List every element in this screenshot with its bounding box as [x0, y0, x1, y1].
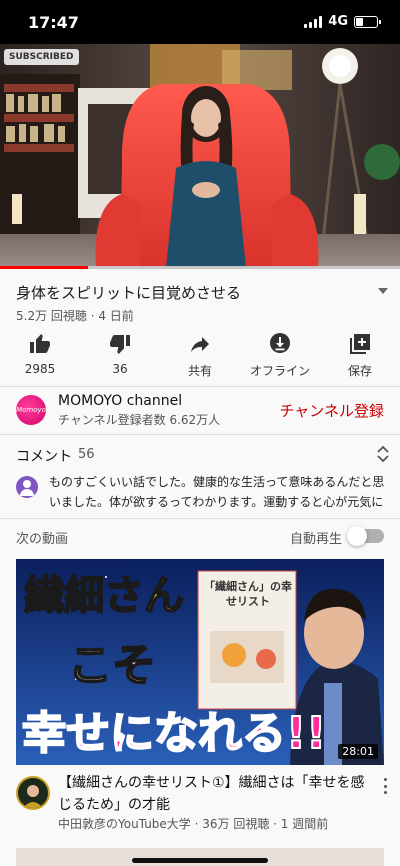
up-next-header: 次の動画 自動再生 — [0, 521, 400, 553]
dislike-count: 36 — [112, 362, 128, 376]
expand-description-icon[interactable] — [378, 288, 388, 294]
channel-subscriber-count: チャンネル登録者数 6.62万人 — [58, 413, 221, 427]
channel-row[interactable]: Momoyo MOMOYO channel チャンネル登録者数 6.62万人 チ… — [0, 387, 400, 433]
autoplay-label: 自動再生 — [289, 532, 342, 547]
share-button[interactable]: 共有 — [160, 330, 240, 386]
thumbnail-text-bottom: 幸せになれる!! — [21, 707, 327, 760]
comments-count: 56 — [78, 447, 95, 462]
like-button[interactable]: 2985 — [0, 330, 80, 386]
video-duration: 28:01 — [338, 744, 378, 759]
divider — [0, 434, 400, 435]
offline-label: オフライン — [249, 364, 310, 378]
like-count: 2985 — [24, 362, 56, 376]
offline-button[interactable]: オフライン — [240, 330, 320, 386]
toggle-knob — [347, 526, 367, 546]
commenter-avatar — [16, 476, 38, 498]
recommendation-meta: 中田敦彦のYouTube大学 · 36万 回視聴 · 1 週間前 — [58, 817, 329, 831]
more-options-icon[interactable] — [384, 778, 388, 794]
home-indicator[interactable] — [132, 858, 268, 863]
add-to-playlist-icon — [350, 334, 370, 354]
comments-label: コメント — [16, 449, 72, 465]
status-bar: 17:47 4G — [0, 0, 400, 44]
subscribe-button[interactable]: チャンネル登録 — [279, 400, 384, 421]
thumbs-down-icon — [110, 335, 130, 354]
video-meta: 5.2万 回視聴 · 4 日前 — [16, 309, 134, 323]
video-player[interactable]: SUBSCRIBED — [0, 44, 400, 268]
download-icon — [270, 333, 290, 353]
progress-played — [0, 266, 88, 269]
status-indicators: 4G — [304, 14, 381, 29]
comments-section[interactable]: コメント 56 ものすごくいい話でした。健康的な生活って意味あるんだと思いました… — [0, 436, 400, 516]
recommendation-channel-avatar[interactable] — [16, 776, 50, 810]
video-progress-bar[interactable] — [0, 266, 400, 269]
signal-icon — [304, 15, 323, 28]
save-button[interactable]: 保存 — [320, 330, 400, 386]
video-title[interactable]: 身体をスピリットに目覚めさせる — [16, 282, 241, 303]
status-time: 17:47 — [28, 13, 79, 32]
video-frame — [0, 44, 400, 268]
channel-name[interactable]: MOMOYO channel — [58, 393, 182, 409]
subscribed-badge: SUBSCRIBED — [4, 49, 79, 65]
recommendation-title[interactable]: 【繊細さんの幸せリスト①】繊細さは「幸せを感じるため」の才能 — [58, 772, 378, 816]
top-comment-text: ものすごくいい話でした。健康的な生活って意味あるんだと思いました。体が欲するって… — [49, 475, 385, 509]
next-recommendation-thumbnail[interactable] — [16, 848, 384, 866]
expand-collapse-icon[interactable] — [376, 444, 390, 464]
autoplay-toggle[interactable] — [347, 526, 384, 546]
up-next-label: 次の動画 — [16, 532, 69, 547]
book-title: 「繊細さん」の幸せリスト — [204, 580, 292, 608]
thumbnail-text-top: 繊細さん — [23, 572, 185, 620]
network-label: 4G — [328, 14, 348, 29]
dislike-button[interactable]: 36 — [80, 330, 160, 386]
battery-icon — [354, 15, 381, 28]
channel-avatar[interactable]: Momoyo — [16, 395, 46, 425]
action-bar: 2985 36 共有 オフライン 保存 — [0, 330, 400, 386]
share-label: 共有 — [187, 364, 212, 378]
save-label: 保存 — [347, 364, 372, 378]
divider — [0, 518, 400, 519]
share-icon — [191, 337, 209, 352]
recommended-video-thumbnail[interactable]: 繊細さん こそ 「繊細さん」の幸せリスト 幸せになれる!! 28:01 — [16, 559, 384, 765]
thumbnail-text-middle: こそ — [67, 639, 157, 692]
thumbs-up-icon — [30, 334, 50, 353]
avatar-art — [23, 785, 43, 808]
